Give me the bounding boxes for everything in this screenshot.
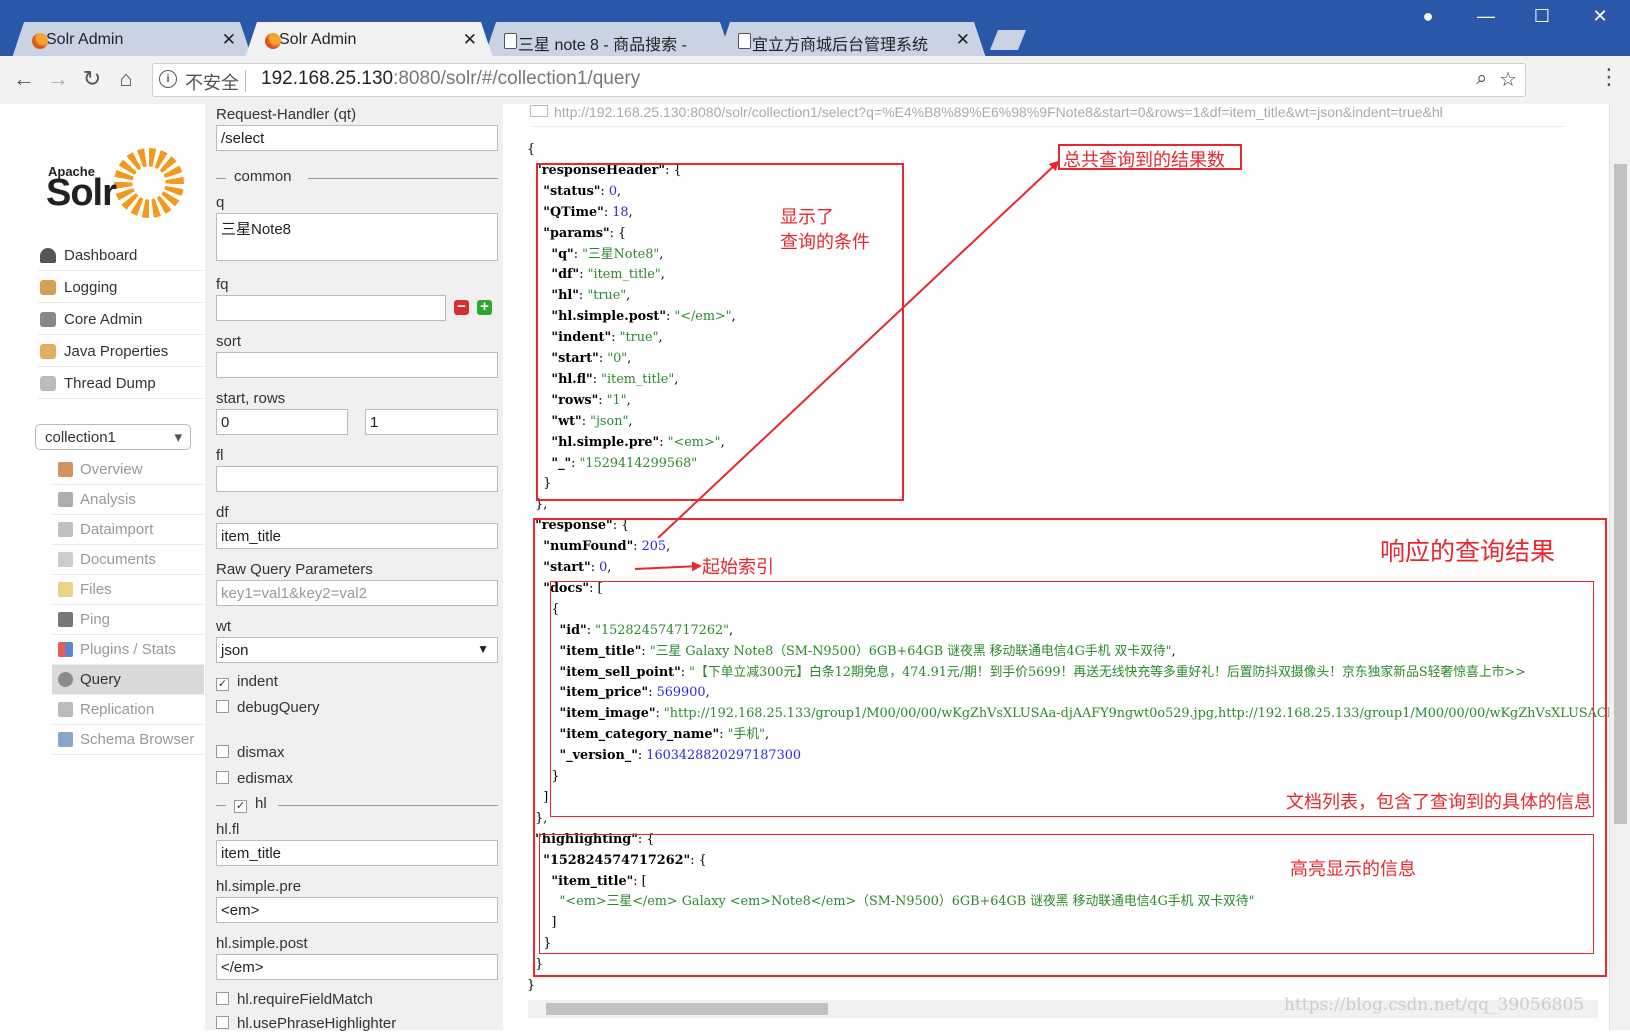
tab-title: Solr Admin [279, 31, 357, 48]
watermark: https://blog.csdn.net/qq_39056805 [1284, 995, 1585, 1015]
tab-solr-admin-2[interactable]: Solr Admin ✕ [245, 22, 493, 58]
close-icon[interactable]: ✕ [463, 30, 477, 50]
arrow-to-start-index [634, 561, 702, 572]
solr-icon [265, 33, 281, 49]
annotation-arrows [634, 160, 1060, 572]
arrow-to-total-results [657, 160, 1060, 539]
